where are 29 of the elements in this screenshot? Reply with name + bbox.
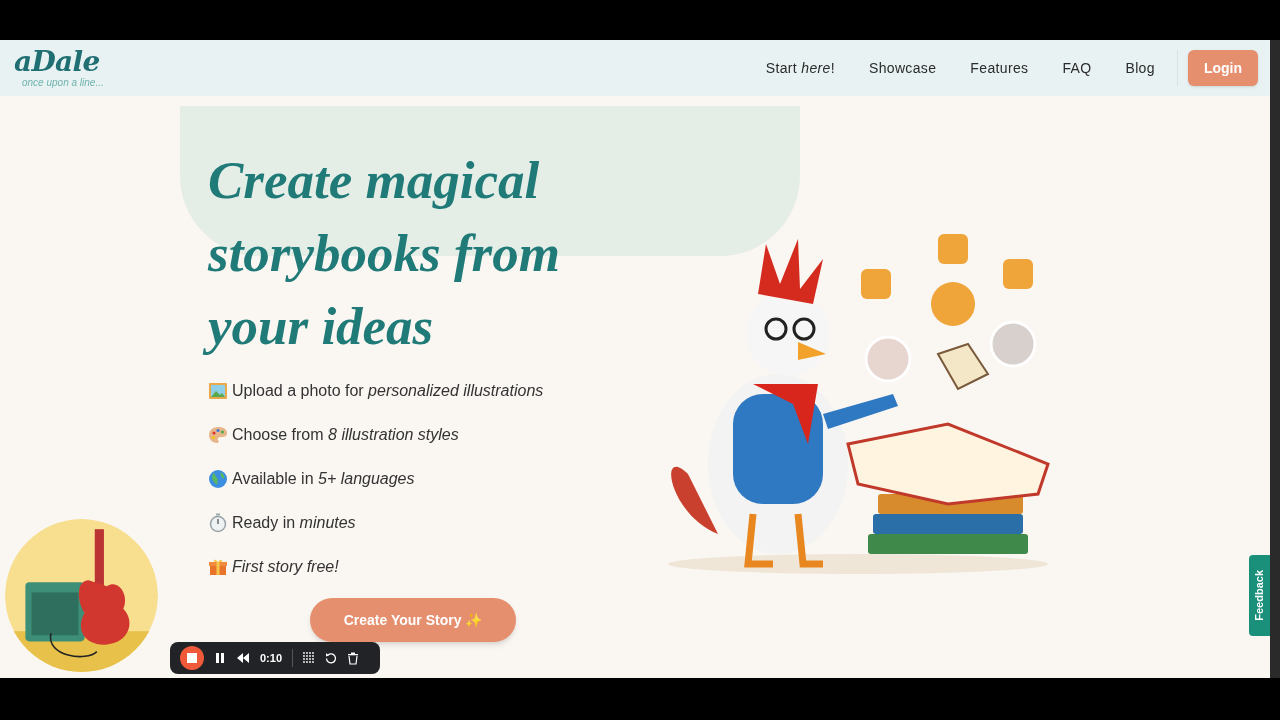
nav-link[interactable]: Blog xyxy=(1125,57,1155,79)
hero-title: your ideas xyxy=(200,290,442,367)
recording-time: 0:10 xyxy=(260,650,283,666)
framed-picture-icon xyxy=(208,381,228,401)
feature-text: Choose from 8 illustration styles xyxy=(232,425,459,445)
nav-link[interactable]: Features xyxy=(970,57,1029,79)
stop-button[interactable] xyxy=(180,646,204,670)
hero-title: storybooks from xyxy=(206,223,561,284)
stopwatch-icon xyxy=(208,513,228,533)
feature-text: Ready in minutes xyxy=(232,513,356,533)
trash-icon[interactable] xyxy=(347,651,360,665)
reset-icon[interactable] xyxy=(325,652,338,664)
scrollbar[interactable] xyxy=(1270,40,1280,678)
hero-title: Create magical xyxy=(207,150,541,211)
nav-link[interactable]: Showcase xyxy=(868,57,937,79)
nav-link[interactable]: FAQ xyxy=(1062,57,1092,79)
palette-icon xyxy=(208,425,228,445)
nav-link[interactable]: Start here! xyxy=(765,57,835,79)
feature-text: Upload a photo for personalized illustrations xyxy=(232,381,544,401)
feedback-tab[interactable]: Feedback xyxy=(1249,555,1270,636)
globe-icon xyxy=(208,469,228,489)
pause-icon[interactable] xyxy=(214,652,226,664)
tagline: once upon a line... xyxy=(22,78,104,88)
grid-icon[interactable] xyxy=(303,652,316,664)
rewind-icon[interactable] xyxy=(236,652,250,664)
feature-text: First story free! xyxy=(232,557,339,577)
logo[interactable]: aDale xyxy=(14,48,104,76)
gift-icon xyxy=(208,557,228,577)
feature-text: Available in 5+ languages xyxy=(232,469,415,489)
